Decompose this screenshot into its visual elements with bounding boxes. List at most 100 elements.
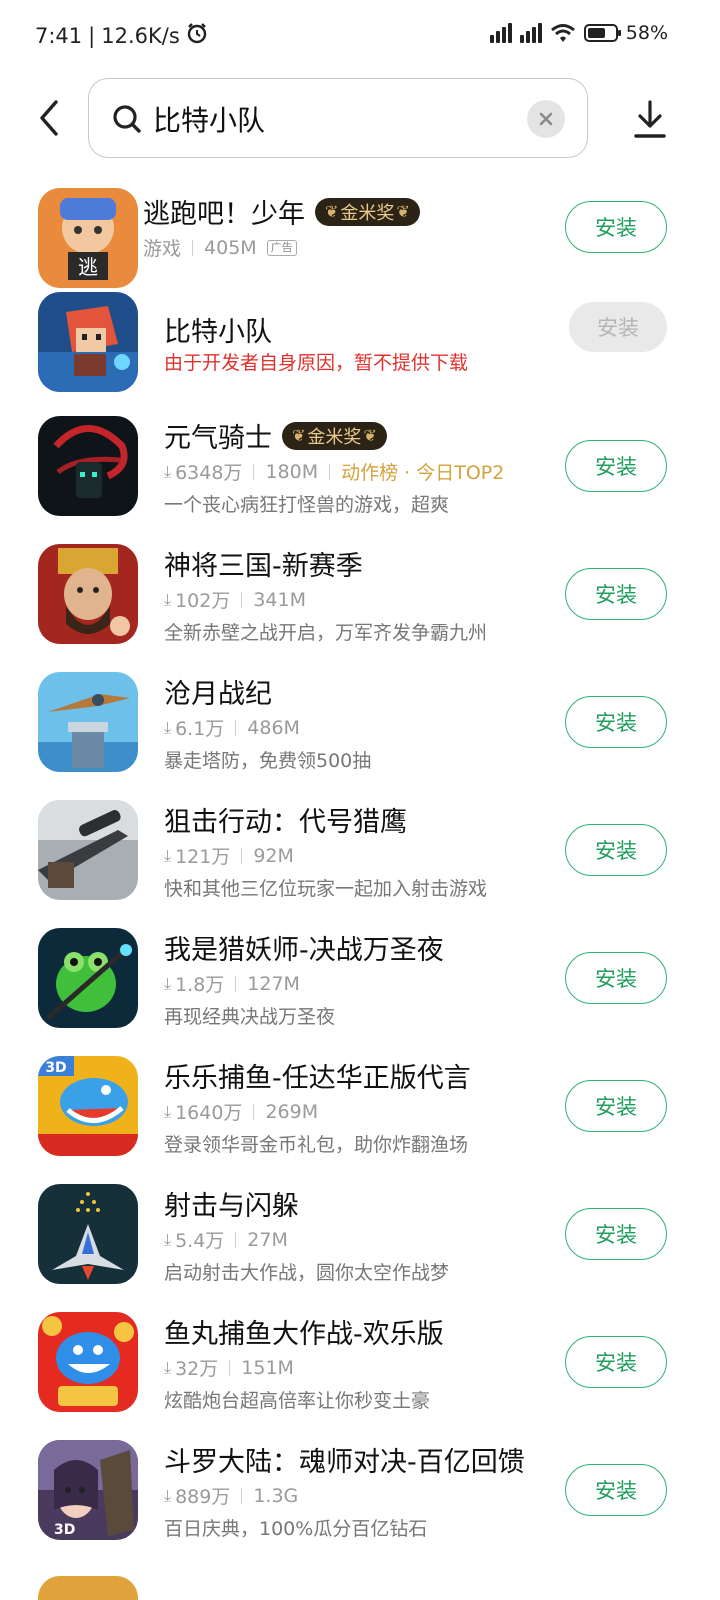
app-meta: ⤓ 6.1万 486M (164, 714, 300, 741)
download-count-icon: ⤓ (164, 717, 172, 737)
app-name: 神将三国-新赛季 (164, 551, 363, 582)
list-item[interactable]: 元气骑士 ❦ 金米奖 ❦ ⤓ 6348万 180M 动作榜 · 今日TOP2 一个丧… (0, 416, 720, 544)
install-button[interactable]: 安装 (565, 1464, 667, 1516)
list-item[interactable] (0, 1568, 720, 1600)
clear-search-button[interactable] (527, 100, 565, 138)
app-icon[interactable] (38, 1576, 138, 1600)
svg-text:逃: 逃 (78, 255, 98, 279)
app-title: 狙击行动：代号猎鹰 (164, 800, 407, 839)
app-meta: ⤓ 1.8万 127M (164, 970, 300, 997)
app-name: 元气骑士 (164, 423, 272, 454)
divider (329, 463, 331, 480)
search-icon (113, 105, 141, 133)
app-description: 登录领华哥金币礼包，助你炸翻渔场 (164, 1134, 469, 1156)
app-name: 逃跑吧！少年 (143, 199, 305, 230)
list-item[interactable]: 3D 乐乐捕鱼-任达华正版代言 ⤓ 1640万 269M 登录领华哥金币礼包，助… (0, 1056, 720, 1184)
app-meta: 游戏 405M 广告 (143, 234, 297, 261)
app-description: 炫酷炮台超高倍率让你秒变土豪 (164, 1390, 431, 1412)
download-count: 6.1万 (175, 718, 225, 740)
app-title: 神将三国-新赛季 (164, 544, 363, 583)
app-name: 鱼丸捕鱼大作战-欢乐版 (164, 1319, 444, 1350)
divider (241, 847, 243, 864)
app-title: 比特小队 (164, 310, 272, 349)
app-icon[interactable] (38, 1184, 138, 1284)
download-icon (634, 100, 666, 138)
app-size: 92M (253, 844, 294, 867)
list-item[interactable]: 3D 斗罗大陆：魂师对决-百亿回馈 ⤓ 889万 1.3G 百日庆典，100%瓜… (0, 1440, 720, 1568)
laurel-icon: ❦ (363, 426, 377, 445)
alarm-icon (186, 22, 208, 49)
app-name: 狙击行动：代号猎鹰 (164, 807, 407, 838)
award-badge: ❦ 金米奖 ❦ (282, 421, 387, 450)
app-description: 全新赤壁之战开启，万军齐发争霸九州 (164, 622, 488, 644)
laurel-icon: ❦ (292, 426, 306, 445)
laurel-icon: ❦ (396, 202, 410, 221)
back-button[interactable] (30, 96, 70, 140)
download-count-icon: ⤓ (164, 589, 172, 609)
app-icon[interactable]: 逃 (38, 188, 138, 288)
app-meta: ⤓ 32万 151M (164, 1354, 294, 1381)
list-item[interactable]: 比特小队 由于开发者自身原因，暂不提供下载 安装 (0, 292, 720, 416)
app-size: 127M (247, 972, 300, 995)
app-meta: ⤓ 1640万 269M (164, 1098, 318, 1125)
app-icon[interactable] (38, 292, 138, 392)
app-icon[interactable] (38, 416, 138, 516)
list-item[interactable]: 我是猎妖师-决战万圣夜 ⤓ 1.8万 127M 再现经典决战万圣夜 安装 (0, 928, 720, 1056)
divider (235, 1231, 237, 1248)
list-item[interactable]: 射击与闪躲 ⤓ 5.4万 27M 启动射击大作战，圆你太空作战梦 安装 (0, 1184, 720, 1312)
download-count: 1.8万 (175, 974, 225, 996)
app-name: 乐乐捕鱼-任达华正版代言 (164, 1063, 471, 1094)
install-button[interactable]: 安装 (565, 201, 667, 253)
app-meta: ⤓ 102万 341M (164, 586, 306, 613)
app-icon[interactable] (38, 800, 138, 900)
install-button[interactable]: 安装 (565, 824, 667, 876)
app-title: 元气骑士 ❦ 金米奖 ❦ (164, 416, 387, 455)
download-count: 102万 (175, 590, 231, 612)
svg-text:3D: 3D (45, 1060, 66, 1076)
app-icon[interactable] (38, 928, 138, 1028)
install-button[interactable]: 安装 (565, 696, 667, 748)
app-size: 405M (204, 236, 257, 259)
back-arrow-icon (40, 100, 58, 136)
app-icon[interactable] (38, 544, 138, 644)
download-count: 121万 (175, 846, 231, 868)
list-item[interactable]: 狙击行动：代号猎鹰 ⤓ 121万 92M 快和其他三亿位玩家一起加入射击游戏 安… (0, 800, 720, 928)
signal-icon (519, 23, 542, 43)
install-button[interactable]: 安装 (565, 440, 667, 492)
download-count-icon: ⤓ (164, 973, 172, 993)
app-size: 180M (265, 460, 319, 483)
list-item[interactable]: 鱼丸捕鱼大作战-欢乐版 ⤓ 32万 151M 炫酷炮台超高倍率让你秒变土豪 安装 (0, 1312, 720, 1440)
app-description: 再现经典决战万圣夜 (164, 1006, 336, 1028)
app-icon[interactable]: 3D (38, 1056, 138, 1156)
install-button[interactable]: 安装 (565, 1208, 667, 1260)
award-badge: ❦ 金米奖 ❦ (315, 197, 420, 226)
list-item[interactable]: 沧月战纪 ⤓ 6.1万 486M 暴走塔防，免费领500抽 安装 (0, 672, 720, 800)
app-icon[interactable] (38, 672, 138, 772)
app-icon[interactable]: 3D (38, 1440, 138, 1540)
status-bar: 7:41 | 12.6K/s 58% (0, 0, 720, 72)
rank-label: 动作榜 · 今日TOP2 (341, 462, 505, 484)
search-box[interactable] (88, 78, 588, 158)
download-count: 32万 (175, 1358, 219, 1380)
list-item[interactable]: 逃 逃跑吧！少年 ❦ 金米奖 ❦ 游戏 405M 广告 安装 (0, 178, 720, 288)
app-size: 1.3G (253, 1484, 299, 1507)
download-manager-button[interactable] (630, 98, 670, 142)
search-input[interactable] (153, 99, 503, 139)
network-speed: 12.6K/s (101, 23, 180, 48)
list-item[interactable]: 神将三国-新赛季 ⤓ 102万 341M 全新赤壁之战开启，万军齐发争霸九州 安… (0, 544, 720, 672)
install-button[interactable]: 安装 (565, 1336, 667, 1388)
install-button[interactable]: 安装 (565, 568, 667, 620)
download-count: 6348万 (175, 462, 243, 484)
app-icon[interactable] (38, 1312, 138, 1412)
download-count-icon: ⤓ (164, 1357, 172, 1377)
app-size: 341M (253, 588, 307, 611)
app-meta: ⤓ 889万 1.3G (164, 1482, 298, 1509)
divider (253, 463, 255, 480)
app-name: 斗罗大陆：魂师对决-百亿回馈 (164, 1447, 525, 1478)
divider (241, 1487, 243, 1504)
app-size: 27M (247, 1228, 288, 1251)
app-name: 我是猎妖师-决战万圣夜 (164, 935, 444, 966)
status-left: 7:41 | 12.6K/s (35, 22, 208, 49)
install-button[interactable]: 安装 (565, 952, 667, 1004)
install-button[interactable]: 安装 (565, 1080, 667, 1132)
